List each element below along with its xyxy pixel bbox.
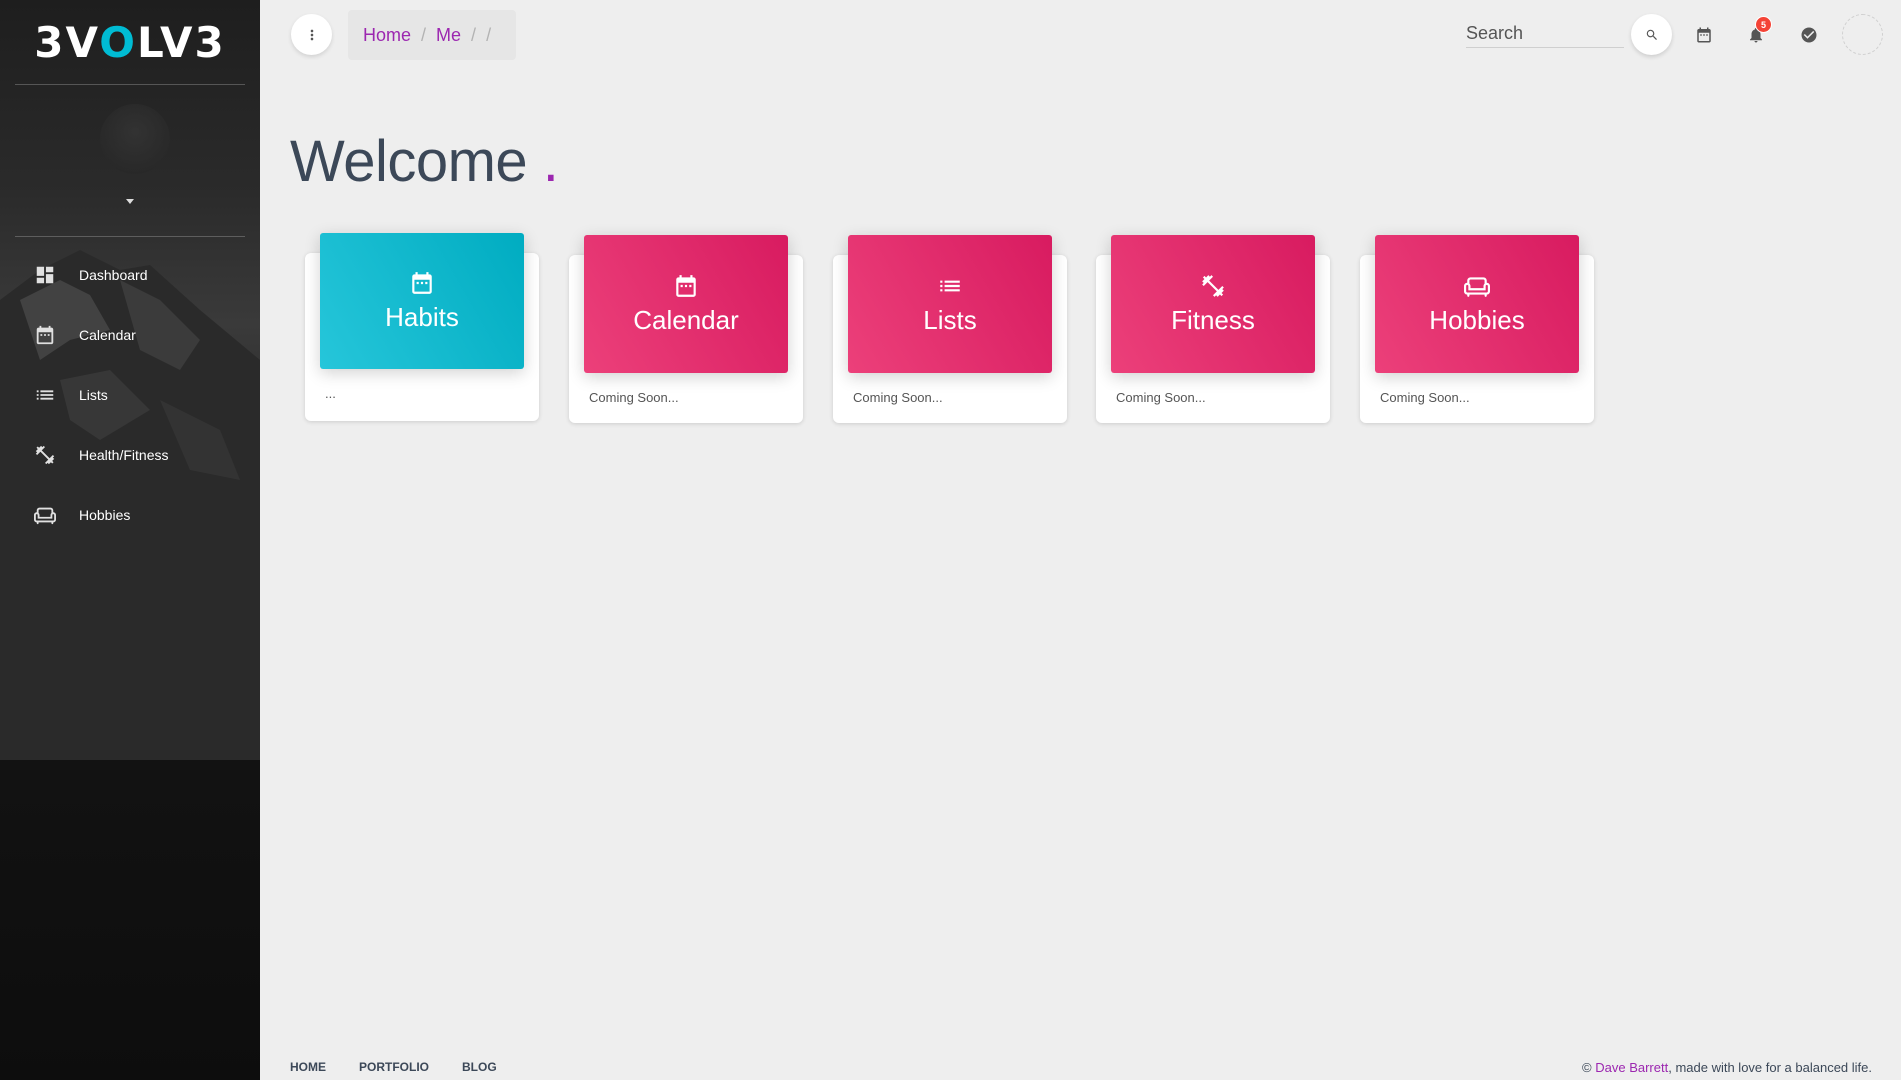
more-vertical-icon [310,29,313,40]
search-input[interactable] [1466,18,1624,48]
brand-right: LV3 [137,17,226,67]
copyright-symbol: © [1582,1060,1592,1075]
card-lists[interactable]: Lists Coming Soon... [833,235,1067,423]
breadcrumb-home[interactable]: Home [363,25,411,46]
calendar-top-button[interactable] [1691,22,1717,48]
sofa-icon [33,503,57,527]
brand-left: 3V [34,17,100,67]
breadcrumb: Home / Me / / [348,10,517,60]
calendar-icon [33,323,57,347]
copyright: © Dave Barrett, made with love for a bal… [1582,1060,1872,1075]
card-footer-text: Coming Soon... [1116,390,1206,405]
card-title: Calendar [633,304,739,335]
card-calendar[interactable]: Calendar Coming Soon... [569,235,803,423]
card-footer-text: Coming Soon... [1380,390,1470,405]
card-hobbies[interactable]: Hobbies Coming Soon... [1360,235,1594,423]
list-icon [33,383,57,407]
breadcrumb-me[interactable]: Me [436,25,461,46]
fitness-icon [33,443,57,467]
caret-down-icon[interactable] [126,199,134,204]
card-header[interactable]: Fitness [1111,235,1315,373]
fitness-icon [1200,273,1226,299]
card-habits[interactable]: Habits ... [305,233,539,421]
dashboard-icon [33,263,57,287]
copyright-text: , made with love for a balanced life. [1668,1060,1872,1075]
sidebar: 3VOLV3 Dashboard Calendar Lists Health/F… [0,0,260,1080]
card-title: Lists [923,304,977,335]
author-link[interactable]: Dave Barrett [1595,1060,1668,1075]
sofa-icon [1464,273,1490,299]
card-header[interactable]: Habits [320,233,524,369]
calendar-icon [673,273,699,299]
card-header[interactable]: Calendar [584,235,788,373]
sidebar-item-calendar[interactable]: Calendar [15,310,245,360]
page-title: Welcome . [290,128,559,195]
breadcrumb-separator: / [486,24,492,45]
search-field [1466,18,1624,48]
calendar-icon [409,270,435,296]
avatar[interactable] [100,104,170,174]
sidebar-divider [15,236,245,237]
sidebar-item-lists[interactable]: Lists [15,370,245,420]
list-icon [937,273,963,299]
card-fitness[interactable]: Fitness Coming Soon... [1096,235,1330,423]
welcome-text: Welcome [290,129,528,194]
search-icon [1646,29,1657,40]
sidebar-toggle-button[interactable] [291,14,332,55]
sidebar-item-health-fitness[interactable]: Health/Fitness [15,430,245,480]
user-block[interactable] [0,86,260,236]
card-footer-text: Coming Soon... [589,390,679,405]
sidebar-item-hobbies[interactable]: Hobbies [15,490,245,540]
footer-link-home[interactable]: HOME [290,1060,326,1074]
sidebar-divider [15,84,245,85]
brand-logo[interactable]: 3VOLV3 [0,0,260,84]
sidebar-item-label: Dashboard [79,267,148,283]
footer: HOME PORTFOLIO BLOG © Dave Barrett, made… [260,1052,1901,1080]
sidebar-item-label: Health/Fitness [79,447,169,463]
card-header[interactable]: Hobbies [1375,235,1579,373]
card-footer-text: ... [325,386,336,401]
card-title: Hobbies [1429,304,1525,335]
sidebar-item-dashboard[interactable]: Dashboard [15,250,245,300]
profile-button[interactable] [1842,14,1883,55]
footer-link-portfolio[interactable]: PORTFOLIO [359,1060,429,1074]
card-footer-text: Coming Soon... [853,390,943,405]
welcome-dot: . [542,129,559,194]
calendar-icon [1697,27,1711,43]
card-title: Fitness [1171,304,1255,335]
breadcrumb-separator: / [471,24,477,45]
notification-badge: 5 [1755,16,1772,33]
footer-nav: HOME PORTFOLIO BLOG [290,1060,530,1074]
sidebar-item-label: Lists [79,387,108,403]
sidebar-nav: Dashboard Calendar Lists Health/Fitness … [15,250,245,550]
sidebar-item-label: Calendar [79,327,136,343]
brand-accent: O [99,17,137,67]
check-circle-icon [1801,27,1817,43]
sidebar-item-label: Hobbies [79,507,131,523]
search-button[interactable] [1631,14,1672,55]
tasks-button[interactable] [1796,22,1822,48]
footer-link-blog[interactable]: BLOG [462,1060,497,1074]
card-title: Habits [385,301,459,332]
card-header[interactable]: Lists [848,235,1052,373]
breadcrumb-separator: / [421,24,427,45]
